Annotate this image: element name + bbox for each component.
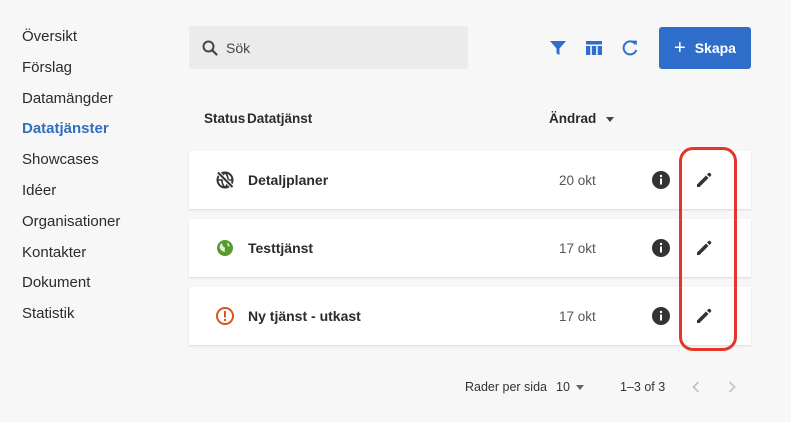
column-header-service: Datatjänst bbox=[247, 111, 313, 126]
service-name[interactable]: Detaljplaner bbox=[248, 172, 328, 188]
pencil-icon[interactable] bbox=[694, 306, 714, 326]
sidebar-item-ideer[interactable]: Idéer bbox=[22, 180, 172, 211]
pencil-icon[interactable] bbox=[694, 238, 714, 258]
sidebar-item-organisationer[interactable]: Organisationer bbox=[22, 211, 172, 242]
modified-date: 17 okt bbox=[559, 309, 596, 324]
chevron-right-icon[interactable] bbox=[724, 378, 740, 396]
alert-icon bbox=[215, 306, 235, 326]
column-header-status: Status bbox=[204, 111, 246, 126]
sort-down-icon[interactable] bbox=[606, 116, 615, 122]
modified-date: 17 okt bbox=[559, 241, 596, 256]
rows-per-page-label: Rader per sida bbox=[465, 380, 547, 394]
search-input[interactable] bbox=[226, 39, 446, 56]
sidebar: Översikt Förslag Datamängder Datatjänste… bbox=[22, 26, 172, 334]
service-name[interactable]: Testtjänst bbox=[248, 240, 313, 256]
globe-icon bbox=[215, 238, 235, 258]
globe-off-icon bbox=[215, 170, 235, 190]
create-button-label: Skapa bbox=[694, 40, 736, 56]
pagination-range: 1–3 of 3 bbox=[620, 380, 666, 394]
pencil-icon[interactable] bbox=[694, 170, 714, 190]
search-icon bbox=[202, 40, 218, 56]
plus-icon: + bbox=[674, 37, 686, 59]
chevron-left-icon[interactable] bbox=[688, 378, 704, 396]
sidebar-item-kontakter[interactable]: Kontakter bbox=[22, 242, 172, 273]
search-box[interactable] bbox=[189, 26, 468, 69]
chevron-down-icon bbox=[575, 384, 584, 390]
table-row[interactable]: Testtjänst 17 okt bbox=[189, 219, 751, 277]
sidebar-item-showcases[interactable]: Showcases bbox=[22, 149, 172, 180]
refresh-icon[interactable] bbox=[620, 38, 640, 58]
app-root: Översikt Förslag Datamängder Datatjänste… bbox=[0, 0, 791, 422]
rows-per-page-select[interactable]: 10 bbox=[556, 380, 584, 394]
sidebar-item-dokument[interactable]: Dokument bbox=[22, 272, 172, 303]
column-header-modified-label: Ändrad bbox=[549, 111, 597, 126]
sidebar-item-statistik[interactable]: Statistik bbox=[22, 303, 172, 334]
service-name[interactable]: Ny tjänst - utkast bbox=[248, 308, 361, 324]
filter-icon[interactable] bbox=[548, 38, 568, 58]
rows-per-page-value: 10 bbox=[556, 380, 570, 394]
info-icon[interactable] bbox=[651, 306, 671, 326]
column-header-modified[interactable]: Ändrad bbox=[549, 111, 615, 126]
table-row[interactable]: Detaljplaner 20 okt bbox=[189, 151, 751, 209]
sidebar-item-oversikt[interactable]: Översikt bbox=[22, 26, 172, 57]
info-icon[interactable] bbox=[651, 238, 671, 258]
sidebar-item-forslag[interactable]: Förslag bbox=[22, 57, 172, 88]
table-row[interactable]: Ny tjänst - utkast 17 okt bbox=[189, 287, 751, 345]
info-icon[interactable] bbox=[651, 170, 671, 190]
table-columns-icon[interactable] bbox=[584, 38, 604, 58]
sidebar-item-datamangder[interactable]: Datamängder bbox=[22, 88, 172, 119]
create-button[interactable]: + Skapa bbox=[659, 27, 751, 69]
modified-date: 20 okt bbox=[559, 173, 596, 188]
sidebar-item-datatjanster[interactable]: Datatjänster bbox=[22, 118, 172, 149]
